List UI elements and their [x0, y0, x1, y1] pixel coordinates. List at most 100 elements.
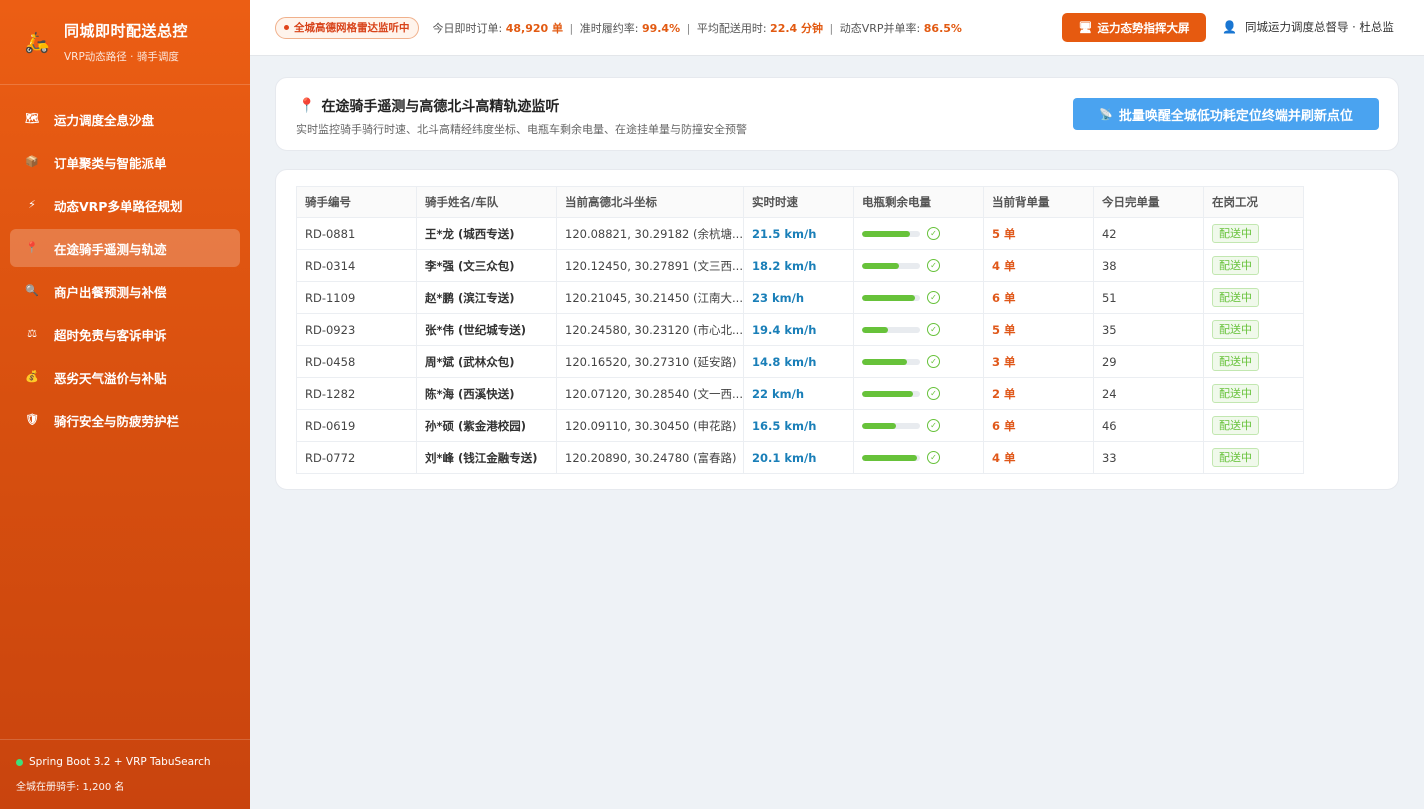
- column-header: 当前高德北斗坐标: [556, 186, 744, 218]
- sidebar-item-7[interactable]: 💰 恶劣天气溢价与补贴: [10, 358, 240, 396]
- command-screen-button[interactable]: 🖥 运力态势指挥大屏: [1062, 13, 1206, 42]
- rider-id-cell: RD-0619: [296, 409, 417, 442]
- rider-id-cell: RD-1109: [296, 281, 417, 314]
- column-header: 骑手姓名/车队: [416, 186, 557, 218]
- orders-value: 48,920 单: [505, 21, 563, 35]
- rider-name-cell: 周*斌 (武林众包): [416, 345, 557, 378]
- tech-stack-label: Spring Boot 3.2 + VRP TabuSearch: [29, 756, 211, 768]
- battery-indicator: ✓: [861, 291, 983, 304]
- coordinate-cell: 120.16520, 30.27310 (延安路): [556, 345, 744, 378]
- current-orders-cell: 6 单: [982, 409, 1094, 442]
- sidebar-item-3[interactable]: ⚡ 动态VRP多单路径规划: [10, 186, 240, 224]
- rider-name-cell: 刘*峰 (钱江金融专送): [416, 441, 557, 474]
- pin-icon: 📍: [298, 98, 316, 114]
- stat-divider: |: [686, 21, 691, 35]
- status-badge: 配送中: [1211, 448, 1259, 467]
- wake-terminals-button[interactable]: 📡 批量唤醒全城低功耗定位终端并刷新点位: [1073, 98, 1379, 130]
- coordinate-cell: 120.21045, 30.21450 (江南大...: [556, 281, 744, 314]
- sidebar-item-8[interactable]: 🛡 骑行安全与防疲劳护栏: [10, 401, 240, 439]
- coordinate-cell: 120.24580, 30.23120 (市心北...: [556, 313, 744, 346]
- command-screen-label: 运力态势指挥大屏: [1097, 20, 1190, 35]
- battery-indicator: ✓: [861, 259, 983, 272]
- speed-cell: 18.2 km/h: [742, 249, 854, 282]
- scooter-icon: 🛵: [24, 30, 50, 54]
- rider-telemetry-table: 骑手编号 骑手姓名/车队 当前高德北斗坐标 实时时速 电瓶剩余电量 当前背单量 今日完单量在…: [296, 186, 1304, 474]
- battery-bar-fill: [861, 262, 900, 269]
- battery-bar: [861, 358, 920, 365]
- current-orders-cell: 5 单: [982, 217, 1094, 250]
- battery-bar-fill: [861, 230, 910, 237]
- battery-indicator: ✓: [861, 419, 983, 432]
- table-row[interactable]: RD-0772 刘*峰 (钱江金融专送) 120.20890, 30.24780 (…: [296, 441, 1304, 474]
- avg-time-label: 平均配送用时:: [696, 21, 767, 35]
- status-badge: 配送中: [1211, 224, 1259, 243]
- completed-orders-cell: 35: [1092, 313, 1204, 346]
- brand: 🛵 同城即时配送总控 VRP动态路径 · 骑手调度: [0, 0, 250, 85]
- table-row[interactable]: RD-0314 李*强 (文三众包) 120.12450, 30.27891 (文三…: [296, 249, 1304, 282]
- speed-cell: 19.4 km/h: [742, 313, 854, 346]
- current-orders-cell: 4 单: [982, 249, 1094, 282]
- pin-icon: 📍: [25, 241, 39, 254]
- sidebar-item-4[interactable]: 📍 在途骑手遥测与轨迹: [10, 229, 240, 267]
- completed-orders-cell: 46: [1092, 409, 1204, 442]
- registered-riders-count: 全城在册骑手: 1,200 名: [16, 782, 125, 793]
- table-row[interactable]: RD-0619 孙*硕 (紫金港校园) 120.09110, 30.30450 (申…: [296, 409, 1304, 442]
- battery-bar: [861, 262, 920, 269]
- status-badge: 配送中: [1211, 384, 1259, 403]
- page-header-card: 📍 在途骑手遥测与高德北斗高精轨迹监听 实时监控骑手骑行时速、北斗高精经纬度坐标…: [275, 77, 1399, 151]
- battery-bar: [861, 294, 920, 301]
- table-row[interactable]: RD-1282 陈*海 (西溪快送) 120.07120, 30.28540 (文一…: [296, 377, 1304, 410]
- page-title: 📍 在途骑手遥测与高德北斗高精轨迹监听: [298, 96, 559, 116]
- magnifier-icon: 🔍: [25, 284, 39, 297]
- battery-indicator: ✓: [861, 355, 983, 368]
- current-orders-cell: 3 单: [982, 345, 1094, 378]
- sidebar-item-label: 恶劣天气溢价与补贴: [54, 370, 167, 386]
- current-user[interactable]: 👤 同城运力调度总督导 · 杜总监: [1222, 19, 1394, 35]
- sidebar-item-5[interactable]: 🔍 商户出餐预测与补偿: [10, 272, 240, 310]
- battery-bar: [861, 454, 920, 461]
- sidebar-item-label: 超时免责与客诉申诉: [54, 327, 167, 343]
- battery-cell: ✓: [852, 281, 984, 314]
- status-cell: 配送中: [1202, 313, 1304, 346]
- table-body: RD-0881 王*龙 (城西专送) 120.08821, 30.29182 (余杭…: [296, 217, 1304, 474]
- wake-terminals-label: 批量唤醒全城低功耗定位终端并刷新点位: [1118, 108, 1353, 124]
- rider-name-cell: 张*伟 (世纪城专送): [416, 313, 557, 346]
- monitor-icon: 🖥: [1078, 21, 1093, 34]
- sidebar-item-6[interactable]: ⚖ 超时免责与客诉申诉: [10, 315, 240, 353]
- battery-bar-fill: [861, 422, 896, 429]
- rider-id-cell: RD-0923: [296, 313, 417, 346]
- page-description: 实时监控骑手骑行时速、北斗高精经纬度坐标、电瓶车剩余电量、在途挂单量与防撞安全预…: [296, 123, 747, 136]
- battery-cell: ✓: [852, 217, 984, 250]
- completed-orders-cell: 38: [1092, 249, 1204, 282]
- check-circle-icon: ✓: [926, 387, 940, 400]
- coordinate-cell: 120.20890, 30.24780 (富春路): [556, 441, 744, 474]
- speed-cell: 14.8 km/h: [742, 345, 854, 378]
- shield-icon: 🛡: [25, 413, 39, 426]
- column-header: 实时时速: [742, 186, 854, 218]
- map-icon: 🗺: [25, 112, 39, 125]
- table-row[interactable]: RD-0923 张*伟 (世纪城专送) 120.24580, 30.23120 (市…: [296, 313, 1304, 346]
- avg-time-value: 22.4 分钟: [770, 21, 824, 35]
- user-name: 同城运力调度总督导 · 杜总监: [1244, 20, 1394, 34]
- column-header: 当前背单量: [982, 186, 1094, 218]
- table-row[interactable]: RD-0458 周*斌 (武林众包) 120.16520, 30.27310 (延安…: [296, 345, 1304, 378]
- battery-bar-fill: [861, 454, 918, 461]
- sidebar-nav: 🗺 运力调度全息沙盘 📦 订单聚类与智能派单 ⚡ 动态VRP多单路径规划 📍 在途骑手遥测与轨…: [0, 85, 250, 439]
- orders-label: 今日即时订单:: [432, 21, 503, 35]
- battery-cell: ✓: [852, 377, 984, 410]
- battery-indicator: ✓: [861, 387, 983, 400]
- completed-orders-cell: 42: [1092, 217, 1204, 250]
- table-row[interactable]: RD-1109 赵*鹏 (滨江专送) 120.21045, 30.21450 (江南…: [296, 281, 1304, 314]
- sidebar-item-label: 在途骑手遥测与轨迹: [54, 241, 167, 257]
- battery-bar-fill: [861, 358, 908, 365]
- sidebar: 🛵 同城即时配送总控 VRP动态路径 · 骑手调度 🗺 运力调度全息沙盘 📦 订单聚类…: [0, 0, 250, 809]
- status-badge: 配送中: [1211, 320, 1259, 339]
- battery-bar-fill: [861, 326, 889, 333]
- sidebar-item-2[interactable]: 📦 订单聚类与智能派单: [10, 143, 240, 181]
- sidebar-item-1[interactable]: 🗺 运力调度全息沙盘: [10, 100, 240, 138]
- rider-name-cell: 赵*鹏 (滨江专送): [416, 281, 557, 314]
- coordinate-cell: 120.12450, 30.27891 (文三西...: [556, 249, 744, 282]
- status-cell: 配送中: [1202, 441, 1304, 474]
- battery-cell: ✓: [852, 249, 984, 282]
- table-row[interactable]: RD-0881 王*龙 (城西专送) 120.08821, 30.29182 (余杭…: [296, 217, 1304, 250]
